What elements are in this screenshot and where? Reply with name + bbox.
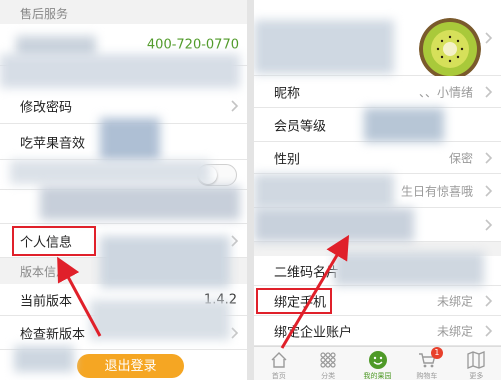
settings-panel: 售后服务 400-720-0770 修改密码 吃苹果音效 个人信息 版本信息 当… [0, 0, 247, 380]
bottom-tab-bar: 首页 分类 我的果园 1 购物车 更多 [254, 346, 501, 380]
current-version-label: 当前版本 [20, 294, 73, 309]
change-password-label: 修改密码 [20, 100, 73, 115]
chevron-right-icon [485, 31, 493, 44]
redacted-patch [100, 236, 230, 288]
logout-button[interactable]: 退出登录 [77, 354, 184, 378]
cart-badge: 1 [430, 347, 443, 359]
bind-company-value: 未绑定 [436, 324, 473, 338]
redacted-patch [14, 346, 74, 372]
panel-divider [247, 0, 254, 380]
nickname-value: 、、小情绪 [418, 85, 473, 99]
redacted-patch [40, 186, 240, 220]
bind-company-row[interactable]: 绑定企业账户 未绑定 [254, 316, 501, 346]
smile-icon [368, 350, 388, 370]
redacted-patch [10, 160, 210, 184]
redacted-patch [0, 54, 240, 88]
bind-company-label: 绑定企业账户 [274, 325, 353, 340]
redacted-patch [364, 108, 444, 142]
chevron-right-icon [485, 151, 493, 164]
redacted-patch [254, 20, 394, 74]
tab-category-label: 分类 [321, 372, 336, 380]
check-update-label: 检查新版本 [20, 327, 86, 342]
tab-my-orchard-label: 我的果园 [363, 372, 392, 380]
chevron-right-icon [485, 324, 493, 337]
member-level-label: 会员等级 [274, 119, 327, 134]
birthday-value: 生日有惊喜哦 [400, 184, 473, 198]
tab-category[interactable]: 分类 [303, 347, 352, 380]
nickname-label: 昵称 [274, 86, 301, 101]
gender-value: 保密 [448, 151, 473, 165]
annotation-box [12, 226, 96, 256]
profile-panel: 昵称 、、小情绪 会员等级 性别 保密 生日有惊喜哦 二维码名片 绑定手机 未绑… [254, 0, 501, 380]
redacted-patch [100, 118, 160, 162]
tab-cart[interactable]: 1 购物车 [402, 347, 451, 380]
annotation-box [256, 288, 332, 314]
service-phone-number[interactable]: 400-720-0770 [147, 37, 239, 52]
tab-cart-label: 购物车 [416, 372, 438, 380]
redacted-patch [254, 208, 414, 242]
redacted-patch [334, 252, 484, 286]
grid-icon [318, 350, 338, 370]
chevron-right-icon [231, 326, 239, 339]
chevron-right-icon [485, 184, 493, 197]
apple-sound-label: 吃苹果音效 [20, 136, 86, 151]
tab-home[interactable]: 首页 [254, 347, 303, 380]
bind-phone-value: 未绑定 [436, 294, 473, 308]
tab-more-label: 更多 [469, 372, 484, 380]
tab-home-label: 首页 [271, 372, 286, 380]
section-header-after-sales: 售后服务 [0, 0, 247, 24]
redacted-patch [254, 174, 394, 208]
qr-card-label: 二维码名片 [274, 265, 340, 280]
chevron-right-icon [231, 234, 239, 247]
tab-more[interactable]: 更多 [452, 347, 501, 380]
map-icon [466, 350, 486, 370]
chevron-right-icon [485, 294, 493, 307]
gender-row[interactable]: 性别 保密 [254, 142, 501, 174]
tab-my-orchard[interactable]: 我的果园 [353, 347, 402, 380]
redacted-patch [90, 300, 230, 340]
home-icon [269, 350, 289, 370]
gender-label: 性别 [274, 152, 301, 167]
kiwi-avatar[interactable] [419, 18, 481, 80]
chevron-right-icon [485, 218, 493, 231]
nickname-row[interactable]: 昵称 、、小情绪 [254, 76, 501, 108]
chevron-right-icon [485, 85, 493, 98]
chevron-right-icon [231, 99, 239, 112]
